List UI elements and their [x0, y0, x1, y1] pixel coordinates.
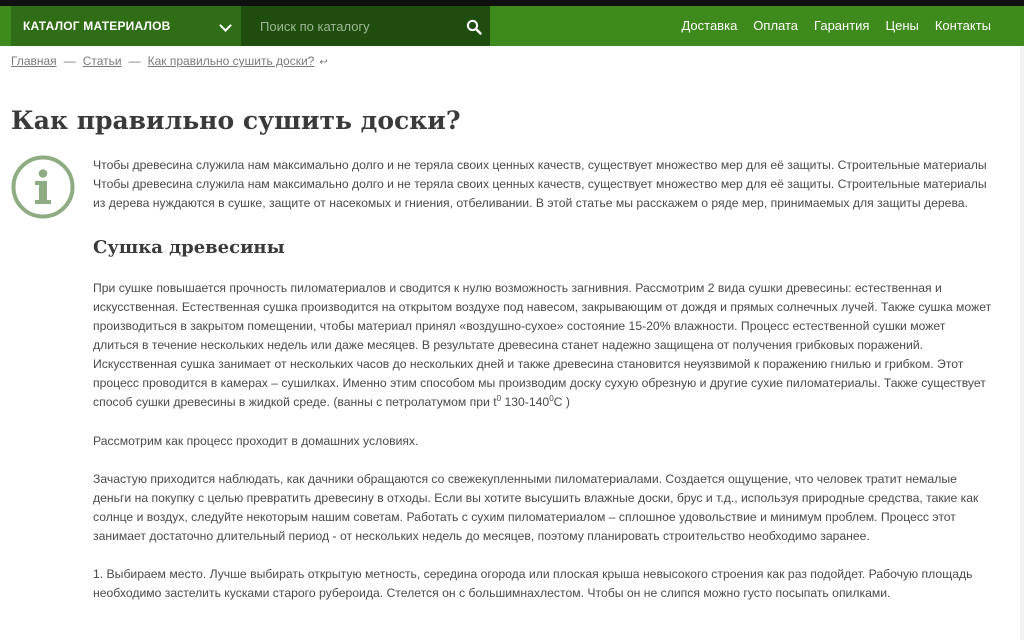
page-title: Как правильно сушить доски?	[11, 106, 461, 135]
catalog-menu-button[interactable]: КАТАЛОГ МАТЕРИАЛОВ	[11, 6, 241, 46]
catalog-label: КАТАЛОГ МАТЕРИАЛОВ	[23, 19, 171, 33]
paragraph-text: 130-140	[501, 395, 550, 409]
top-navbar: КАТАЛОГ МАТЕРИАЛОВ Доставка Оплата Гаран…	[0, 6, 1024, 46]
search-input[interactable]	[241, 6, 456, 46]
menu-item-delivery[interactable]: Доставка	[681, 6, 737, 46]
share-arrow-icon: ↩	[319, 57, 328, 68]
info-icon	[11, 155, 75, 219]
search-box	[241, 6, 490, 46]
section-title: Сушка древесины	[93, 237, 285, 258]
chevron-down-icon	[219, 19, 232, 32]
article-intro: Чтобы древесина служила нам максимально …	[93, 158, 987, 210]
article-paragraph: Зачастую приходится наблюдать, как дачни…	[93, 472, 979, 543]
article-body: Чтобы древесина служила нам максимально …	[93, 156, 993, 603]
menu-item-contacts[interactable]: Контакты	[935, 6, 991, 46]
main-menu: Доставка Оплата Гарантия Цены Контакты	[665, 6, 991, 46]
breadcrumb-current[interactable]: Как правильно сушить доски?	[148, 54, 315, 68]
menu-item-warranty[interactable]: Гарантия	[814, 6, 869, 46]
menu-item-payment[interactable]: Оплата	[753, 6, 798, 46]
breadcrumb-home[interactable]: Главная	[11, 54, 57, 68]
breadcrumb-separator: —	[128, 54, 141, 68]
scrollbar[interactable]	[1020, 46, 1024, 640]
article-paragraph: 1. Выбираем место. Лучше выбирать открыт…	[93, 567, 973, 600]
article-paragraph: При сушке повышается прочность пиломатер…	[93, 281, 992, 352]
menu-item-prices[interactable]: Цены	[885, 6, 918, 46]
breadcrumb-separator: —	[63, 54, 76, 68]
breadcrumb-articles[interactable]: Статьи	[83, 54, 122, 68]
paragraph-text: C )	[553, 395, 570, 409]
article-paragraph: Рассмотрим как процесс проходит в домашн…	[93, 434, 419, 448]
breadcrumb: Главная — Статьи — Как правильно сушить доск…	[11, 54, 328, 68]
search-icon[interactable]	[466, 19, 482, 35]
article-paragraph: Искусственная сушка занимает от нескольк…	[93, 355, 993, 412]
